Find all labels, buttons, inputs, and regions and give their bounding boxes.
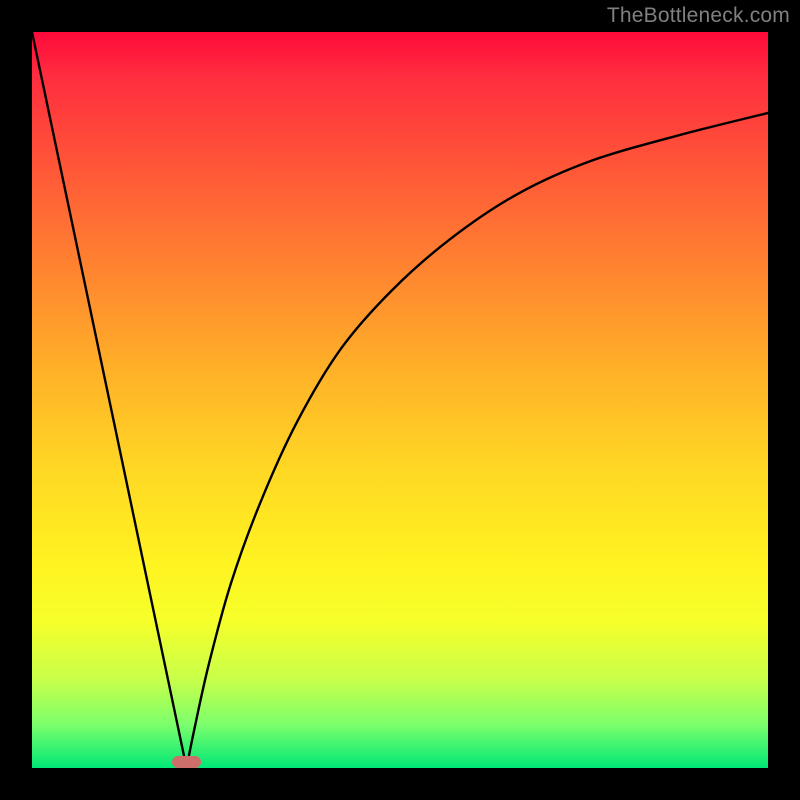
- watermark-text: TheBottleneck.com: [607, 4, 790, 28]
- chart-frame: TheBottleneck.com: [0, 0, 800, 800]
- plot-area: [32, 32, 768, 768]
- curve-left-branch: [32, 32, 187, 768]
- curve-right-branch: [187, 113, 768, 768]
- curve-svg: [32, 32, 768, 768]
- minimum-indicator: [172, 756, 201, 768]
